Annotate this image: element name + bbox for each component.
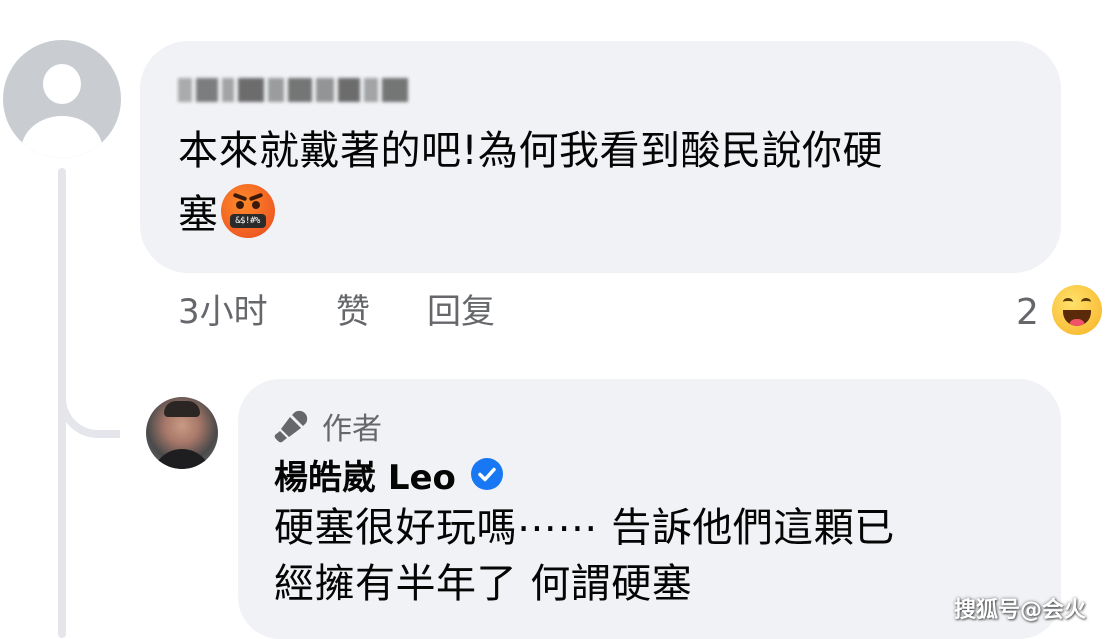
avatar-shoulders-shape [21, 116, 103, 158]
commenter-avatar[interactable] [3, 40, 121, 158]
reply-text: 硬塞很好玩嗎⋯⋯ 告訴他們這顆已 經擁有半年了 何謂硬塞 [274, 500, 1044, 612]
watermark: 搜狐号@会火 [954, 598, 1087, 623]
emoji-symbols: &$!#% [229, 214, 266, 228]
microphone-icon [274, 410, 308, 443]
comment-text-line2-row: 塞 &$!#% [178, 183, 1038, 247]
reply-text-line2: 經擁有半年了 何謂硬塞 [274, 561, 693, 607]
reply-text-line1: 硬塞很好玩嗎⋯⋯ 告訴他們這顆已 [274, 505, 895, 551]
reaction-count[interactable]: 2 [1016, 291, 1039, 335]
comment-text-line1: 本來就戴著的吧!為何我看到酸民說你硬 [178, 128, 884, 174]
comment-text-line2: 塞 [178, 192, 219, 238]
reply-author-row: 楊皓崴 Leo [274, 450, 504, 499]
commenter-name-blurred[interactable] [178, 70, 410, 112]
laughing-face-emoji-icon[interactable] [1052, 285, 1102, 335]
comment-time[interactable]: 3小时 [178, 290, 268, 334]
avatar-head-shape [43, 64, 81, 104]
verified-badge-icon [470, 458, 503, 490]
author-badge-label: 作者 [322, 412, 382, 447]
comment-text: 本來就戴著的吧!為何我看到酸民說你硬 塞 &$!#% [178, 119, 1038, 247]
cursing-face-emoji-icon: &$!#% [220, 184, 275, 238]
like-button[interactable]: 赞 [336, 290, 370, 334]
author-badge: 作者 [274, 406, 382, 447]
author-avatar[interactable] [146, 397, 218, 469]
thread-reply-connector [58, 350, 120, 438]
reply-button[interactable]: 回复 [427, 290, 495, 334]
reply-author-name[interactable]: 楊皓崴 Leo [274, 450, 456, 499]
